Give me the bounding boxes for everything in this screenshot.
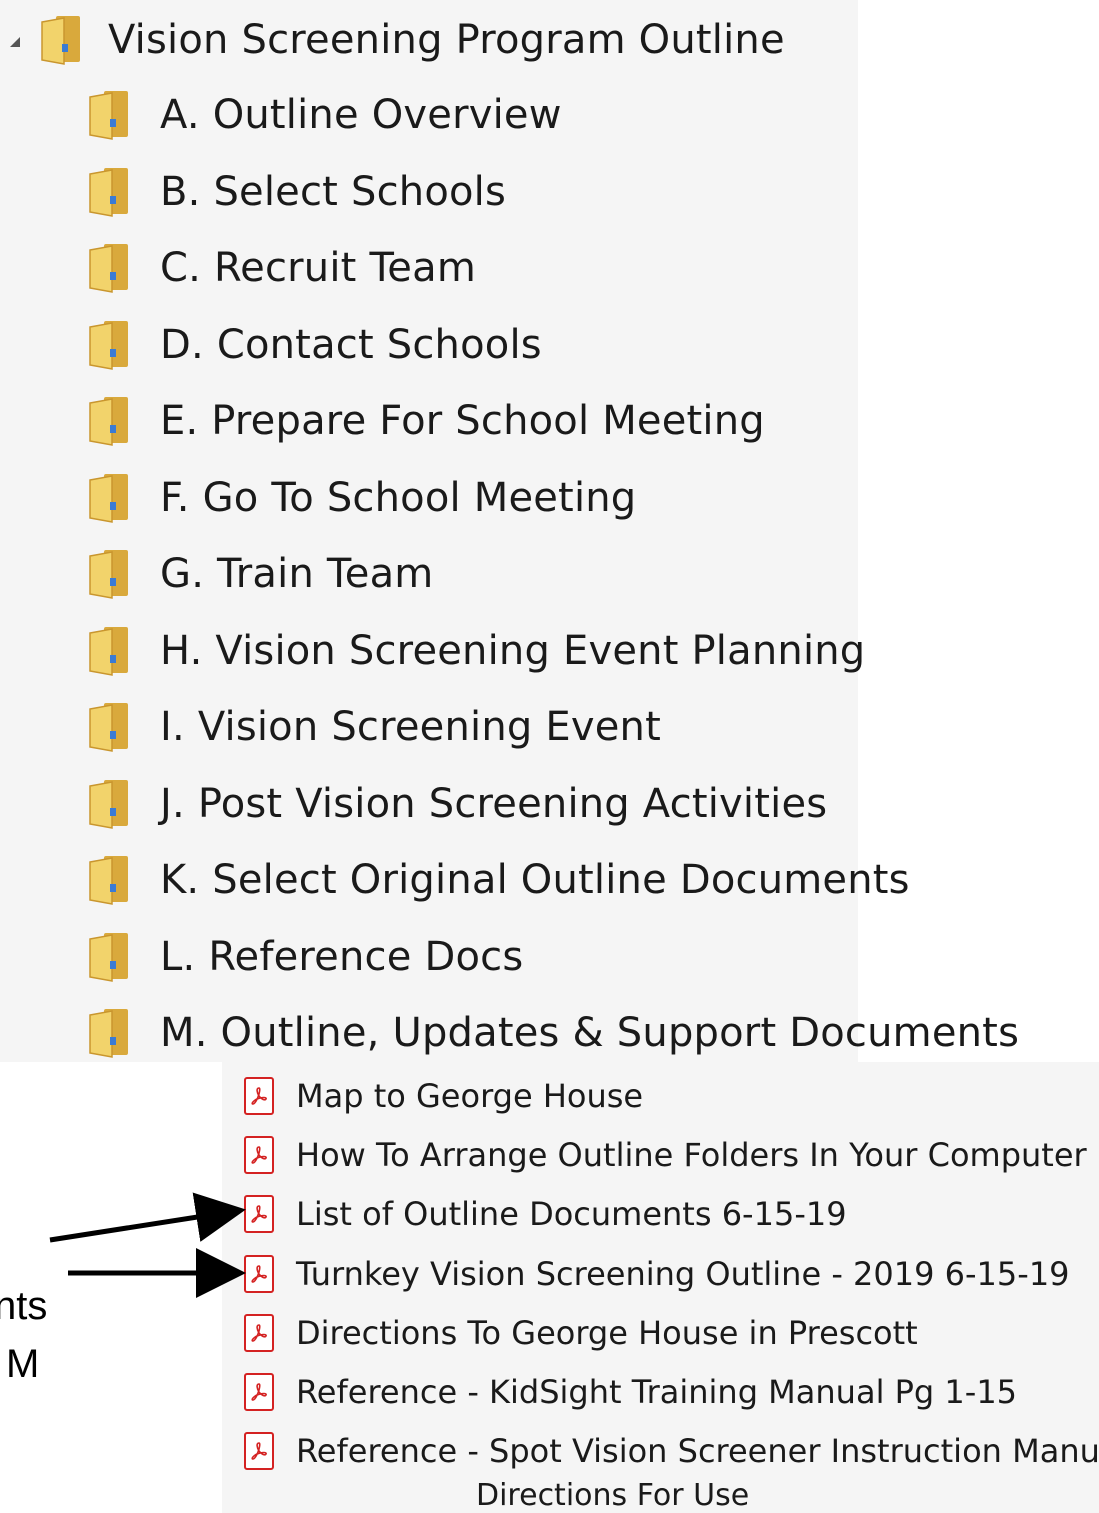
arrow-to-list-of-outline-documents (49, 1192, 246, 1243)
annotation-arrows (49, 1192, 246, 1298)
